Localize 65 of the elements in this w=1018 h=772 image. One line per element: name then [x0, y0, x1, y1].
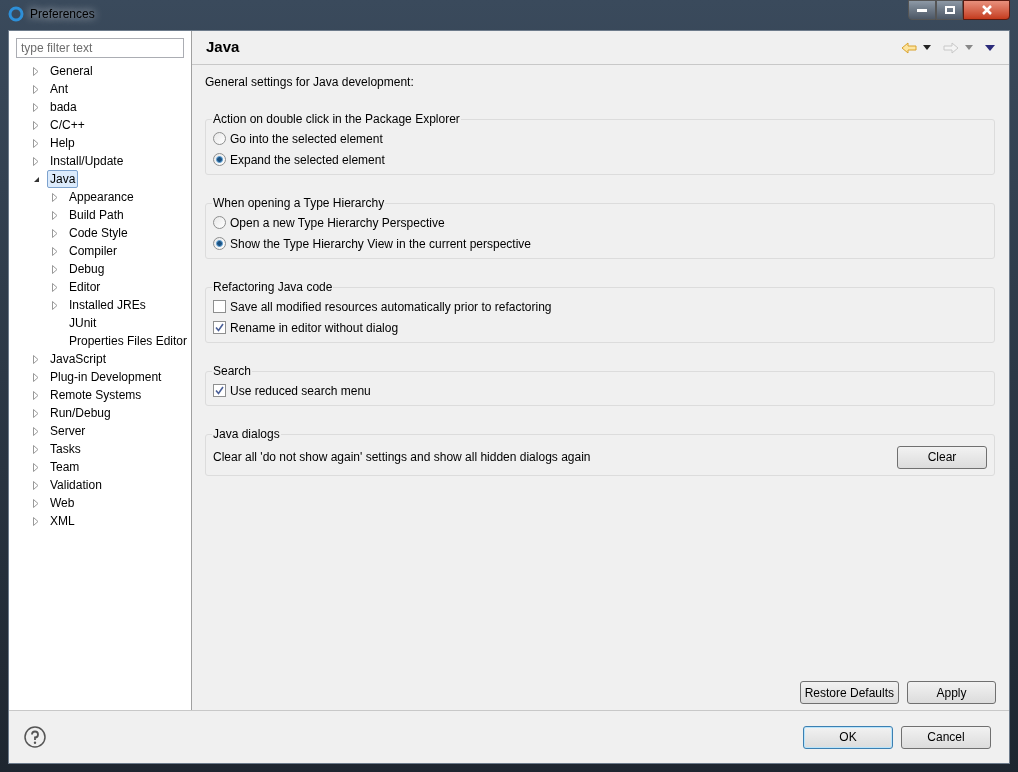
- radio-button[interactable]: [213, 132, 226, 145]
- tree-item[interactable]: Java: [47, 170, 79, 188]
- group-title: Refactoring Java code: [212, 279, 334, 296]
- tree-item[interactable]: General: [47, 62, 96, 80]
- tree-item[interactable]: Web: [47, 494, 78, 512]
- checkbox[interactable]: [213, 300, 226, 313]
- view-menu-icon[interactable]: [985, 44, 995, 51]
- filter-field[interactable]: type filter text: [16, 38, 184, 58]
- radio-button[interactable]: [213, 237, 226, 250]
- help-icon[interactable]: [24, 726, 46, 748]
- radio-label[interactable]: Expand the selected element: [230, 150, 385, 169]
- checkbox-label[interactable]: Rename in editor without dialog: [230, 318, 399, 337]
- tree-item[interactable]: Team: [47, 458, 83, 476]
- radio-label[interactable]: Go into the selected element: [230, 129, 383, 148]
- tree-item[interactable]: Remote Systems: [47, 386, 145, 404]
- action-description: Clear all 'do not show again' settings and show all hidden dialogs again: [213, 449, 591, 466]
- radio-label[interactable]: Open a new Type Hierarchy Perspective: [230, 213, 445, 232]
- tree-item[interactable]: Tasks: [47, 440, 84, 458]
- checkbox[interactable]: [213, 321, 226, 334]
- group-title: Java dialogs: [212, 426, 281, 443]
- tree-item[interactable]: JUnit: [66, 314, 100, 332]
- tree-item[interactable]: Help: [47, 134, 78, 152]
- close-icon: [980, 5, 993, 15]
- tree-item[interactable]: Debug: [66, 260, 108, 278]
- tree-item[interactable]: Compiler: [66, 242, 120, 260]
- minimize-button[interactable]: [908, 0, 936, 20]
- dialog-button[interactable]: Cancel: [901, 725, 991, 749]
- page-description: General settings for Java development:: [205, 74, 415, 91]
- tree-item[interactable]: Code Style: [66, 224, 131, 242]
- checkbox-label[interactable]: Use reduced search menu: [230, 381, 371, 400]
- tree-item[interactable]: Editor: [66, 278, 104, 296]
- app-icon: [8, 6, 24, 22]
- checkbox[interactable]: [213, 384, 226, 397]
- dialog-button[interactable]: Restore Defaults: [799, 681, 899, 704]
- tree-item[interactable]: Installed JREs: [66, 296, 149, 314]
- tree-item[interactable]: JavaScript: [47, 350, 110, 368]
- tree-item[interactable]: bada: [47, 98, 80, 116]
- dropdown-caret-icon[interactable]: [923, 45, 931, 50]
- back-arrow-icon[interactable]: [901, 41, 917, 54]
- tree-item[interactable]: Server: [47, 422, 89, 440]
- tree-item[interactable]: XML: [47, 512, 78, 530]
- tree-item[interactable]: Properties Files Editor: [66, 332, 191, 350]
- tree-item[interactable]: Build Path: [66, 206, 127, 224]
- group-title: Action on double click in the Package Explorer: [212, 111, 461, 128]
- group-title: When opening a Type Hierarchy: [212, 195, 386, 212]
- maximize-button[interactable]: [936, 0, 963, 20]
- tree-item[interactable]: Plug-in Development: [47, 368, 165, 386]
- radio-button[interactable]: [213, 216, 226, 229]
- radio-button[interactable]: [213, 153, 226, 166]
- page-title: Java: [206, 37, 240, 58]
- dialog-button[interactable]: Apply: [907, 681, 996, 704]
- tree-item[interactable]: C/C++: [47, 116, 88, 134]
- group-title: Search: [212, 363, 253, 380]
- dialog-button[interactable]: Clear: [897, 445, 987, 469]
- close-button[interactable]: [963, 0, 1010, 20]
- window-title: Preferences: [30, 6, 95, 23]
- tree-item[interactable]: Ant: [47, 80, 71, 98]
- radio-label[interactable]: Show the Type Hierarchy View in the current perspective: [230, 234, 532, 253]
- tree-item[interactable]: Appearance: [66, 188, 137, 206]
- tree-item[interactable]: Install/Update: [47, 152, 127, 170]
- expanded-arrow-icon[interactable]: [33, 175, 40, 183]
- tree-item[interactable]: Validation: [47, 476, 105, 494]
- checkbox-label[interactable]: Save all modified resources automatically prior to refactoring: [230, 297, 552, 316]
- dialog-button[interactable]: OK: [803, 725, 893, 749]
- tree-item[interactable]: Run/Debug: [47, 404, 114, 422]
